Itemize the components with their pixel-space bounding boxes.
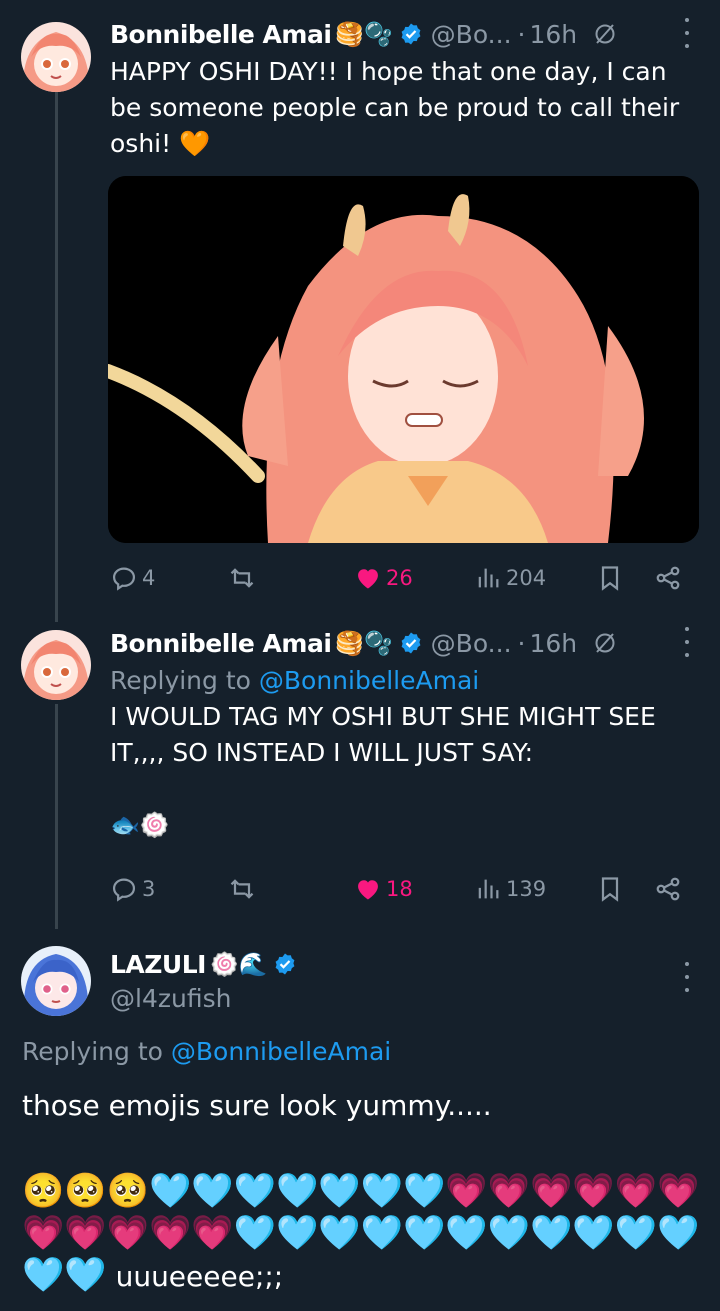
bookmark-icon: [601, 566, 619, 591]
author-emojis: 🥞🫧: [335, 630, 393, 657]
tweet-header-block[interactable]: LAZULI 🍥🌊 @l4zufish: [110, 944, 700, 1014]
tweet[interactable]: Bonnibelle Amai 🥞🫧 @Bo... · 16h HAPPY OS…: [110, 14, 700, 162]
views-icon: [478, 568, 499, 588]
views-button[interactable]: 204: [474, 558, 546, 598]
emoji-line: 🥺🥺🥺🩵🩵🩵🩵🩵🩵🩵💗💗💗💗💗💗: [22, 1171, 700, 1211]
verified-icon: [275, 953, 295, 975]
grok-icon[interactable]: [593, 631, 617, 655]
views-count: 204: [506, 566, 547, 590]
reply-icon: [112, 567, 136, 591]
reply-button[interactable]: 4: [110, 558, 155, 598]
emoji-line: 💗💗💗💗💗🩵🩵🩵🩵🩵🩵🩵🩵🩵🩵🩵: [22, 1213, 700, 1253]
like-count: 18: [386, 877, 413, 901]
replying-to: Replying to @BonnibelleAmai: [22, 1032, 700, 1072]
avatar[interactable]: [21, 22, 91, 92]
retweet-icon: [230, 568, 254, 588]
emoji-run: 🩵🩵: [22, 1255, 107, 1295]
thread-line: [55, 92, 58, 622]
replying-prefix: Replying to: [110, 666, 259, 695]
mention-link[interactable]: @BonnibelleAmai: [259, 666, 479, 695]
emoji-line: 🩵🩵 uuueeeee;;;: [22, 1254, 700, 1298]
retweet-button[interactable]: [228, 558, 256, 598]
more-icon[interactable]: [682, 18, 692, 48]
more-icon[interactable]: [682, 627, 692, 657]
tweet-header: Bonnibelle Amai 🥞🫧 @Bo... · 16h: [110, 14, 700, 54]
more-icon[interactable]: [682, 962, 692, 992]
tweet[interactable]: Bonnibelle Amai 🥞🫧 @Bo... · 16h Replying…: [110, 623, 700, 843]
tweet-emojis: 🐟🍥: [110, 811, 170, 839]
bookmark-icon: [601, 877, 619, 902]
retweet-button[interactable]: [228, 869, 256, 909]
grok-icon[interactable]: [593, 22, 617, 46]
views-icon: [478, 879, 499, 899]
timestamp[interactable]: 16h: [529, 20, 577, 49]
verified-icon: [401, 632, 421, 654]
heart-icon: [358, 569, 378, 589]
tweet-text: HAPPY OSHI DAY!! I hope that one day, I …: [110, 57, 680, 158]
tweet-header: Bonnibelle Amai 🥞🫧 @Bo... · 16h: [110, 623, 700, 663]
share-button[interactable]: [654, 869, 682, 909]
author-name[interactable]: LAZULI: [110, 950, 206, 979]
tweet-image[interactable]: [108, 176, 699, 543]
retweet-icon: [230, 879, 254, 899]
replying-to: Replying to @BonnibelleAmai: [110, 663, 700, 699]
thread-line: [55, 704, 58, 929]
views-count: 139: [506, 877, 547, 901]
share-icon: [656, 877, 680, 901]
separator: ·: [517, 628, 526, 658]
bookmark-button[interactable]: [596, 558, 624, 598]
author-handle[interactable]: @Bo...: [431, 629, 512, 658]
author-emojis: 🥞🫧: [335, 21, 393, 48]
tweet-actions: 3 18 139: [110, 869, 690, 909]
like-button[interactable]: 26: [354, 558, 413, 598]
bookmark-button[interactable]: [596, 869, 624, 909]
author-handle[interactable]: @Bo...: [431, 20, 512, 49]
like-button[interactable]: 18: [354, 869, 413, 909]
avatar[interactable]: [21, 630, 91, 700]
views-button[interactable]: 139: [474, 869, 546, 909]
author-emojis: 🍥🌊: [209, 951, 268, 978]
share-icon: [656, 566, 680, 590]
tweet-actions: 4 26 204: [110, 558, 690, 598]
avatar[interactable]: [21, 946, 91, 1016]
timestamp[interactable]: 16h: [529, 629, 577, 658]
author-name[interactable]: Bonnibelle Amai: [110, 629, 332, 658]
reply-count: 4: [142, 566, 156, 590]
like-count: 26: [386, 566, 413, 590]
tweet-text-tail: uuueeeee;;;: [106, 1260, 284, 1293]
reply-count: 3: [142, 877, 156, 901]
replying-prefix: Replying to: [22, 1037, 171, 1066]
mention-link[interactable]: @BonnibelleAmai: [171, 1037, 391, 1066]
verified-icon: [401, 23, 421, 45]
tweet-text: I WOULD TAG MY OSHI BUT SHE MIGHT SEE IT…: [110, 702, 656, 767]
heart-icon: [358, 880, 378, 900]
reply-button[interactable]: 3: [110, 869, 155, 909]
author-handle[interactable]: @l4zufish: [110, 984, 700, 1014]
tweet-header: LAZULI 🍥🌊: [110, 944, 700, 984]
share-button[interactable]: [654, 558, 682, 598]
author-name[interactable]: Bonnibelle Amai: [110, 20, 332, 49]
separator: ·: [517, 19, 526, 49]
tweet-text: those emojis sure look yummy.....: [22, 1089, 492, 1122]
reply-icon: [112, 878, 136, 902]
